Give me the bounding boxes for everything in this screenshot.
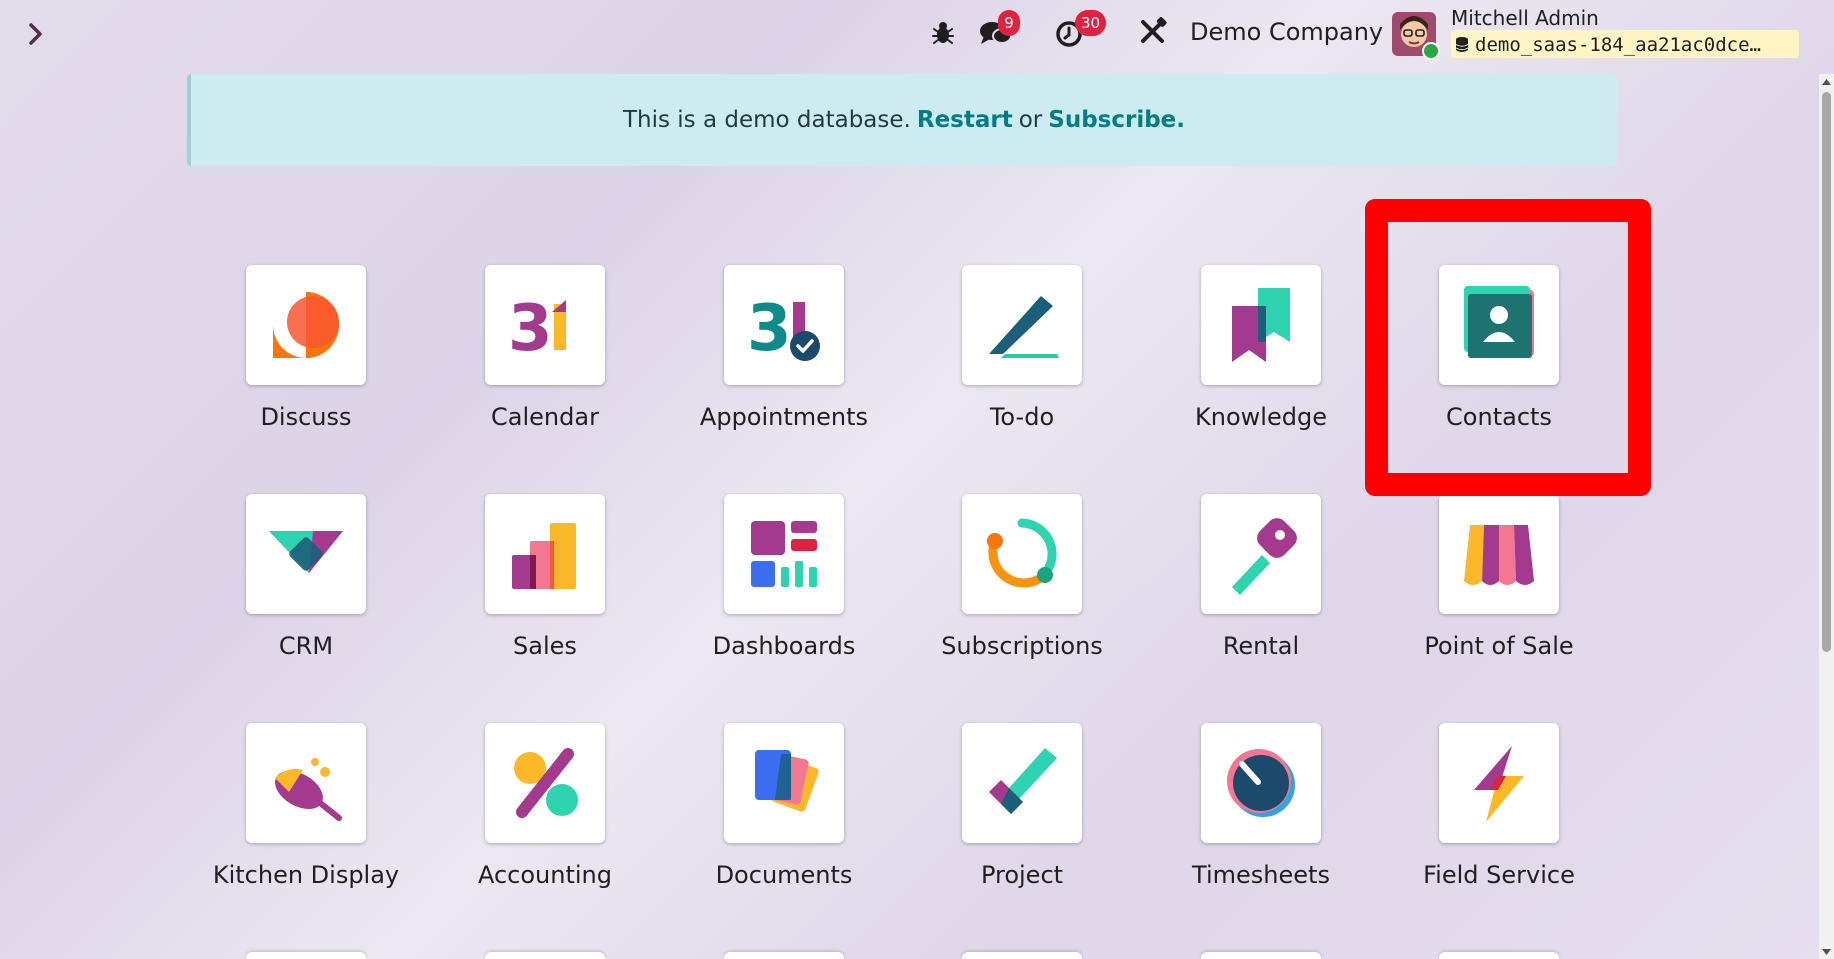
app-subscriptions[interactable]: Subscriptions [903, 494, 1141, 684]
app-label: Dashboards [712, 632, 856, 660]
accounting-icon [485, 723, 605, 843]
app-label: Appointments [699, 403, 869, 431]
app-timesheets[interactable]: Timesheets [1142, 723, 1380, 913]
app-todo[interactable]: To-do [903, 265, 1141, 455]
app-label: Project [980, 861, 1064, 889]
subscribe-link[interactable]: Subscribe. [1048, 107, 1185, 133]
demo-database-banner: This is a demo database. Restart or Subs… [187, 74, 1617, 166]
dashboards-icon [724, 494, 844, 614]
app-label: Rental [1222, 632, 1300, 660]
todo-icon [962, 265, 1082, 385]
app-label: Kitchen Display [212, 861, 400, 889]
database-icon [1455, 37, 1469, 52]
app-dashboards[interactable]: Dashboards [665, 494, 903, 684]
top-navbar: 9 30 Demo Company Mitchell Admin demo_sa… [0, 0, 1834, 70]
banner-text: This is a demo database. [622, 107, 911, 133]
app-label: Documents [715, 861, 853, 889]
app-documents[interactable]: Documents [665, 723, 903, 913]
app-project[interactable]: Project [903, 723, 1141, 913]
app-tile-partial[interactable] [246, 952, 366, 959]
app-knowledge[interactable]: Knowledge [1142, 265, 1380, 455]
discuss-icon [246, 265, 366, 385]
app-appointments[interactable]: 3 Appointments [665, 265, 903, 455]
point-of-sale-icon [1439, 494, 1559, 614]
subscriptions-icon [962, 494, 1082, 614]
app-label: To-do [989, 403, 1055, 431]
field-service-icon [1439, 723, 1559, 843]
app-sales[interactable]: Sales [426, 494, 664, 684]
app-label: Sales [513, 632, 577, 660]
restart-link[interactable]: Restart [917, 107, 1013, 133]
app-label: Subscriptions [941, 632, 1103, 660]
app-label: Timesheets [1192, 861, 1330, 889]
database-name: demo_saas-184_aa21ac0dce… [1451, 30, 1799, 58]
app-tile-partial[interactable] [1439, 952, 1559, 959]
activities-button[interactable]: 30 [1051, 10, 1107, 52]
chevron-right-icon[interactable] [22, 16, 50, 52]
project-icon [962, 723, 1082, 843]
sales-icon [485, 494, 605, 614]
company-switcher[interactable]: Demo Company [1190, 18, 1383, 46]
knowledge-icon [1201, 265, 1321, 385]
app-accounting[interactable]: Accounting [426, 723, 664, 913]
messages-button[interactable]: 9 [976, 10, 1020, 52]
app-tile-partial[interactable] [485, 952, 605, 959]
tools-icon[interactable] [1133, 12, 1173, 52]
debug-bug-icon[interactable] [923, 12, 963, 52]
app-label: Contacts [1446, 403, 1552, 431]
app-contacts[interactable]: Contacts [1380, 265, 1618, 455]
vertical-scrollbar[interactable] [1819, 74, 1834, 959]
app-calendar[interactable]: 3 Calendar [426, 265, 664, 455]
app-rental[interactable]: Rental [1142, 494, 1380, 684]
app-kitchen-display[interactable]: Kitchen Display [187, 723, 425, 913]
online-status-dot [1422, 42, 1440, 60]
scroll-up-arrow-icon[interactable] [1819, 74, 1834, 89]
svg-text:3: 3 [747, 292, 792, 366]
crm-icon [246, 494, 366, 614]
activities-count-badge: 30 [1075, 10, 1107, 36]
timesheets-icon [1201, 723, 1321, 843]
app-tile-partial[interactable] [962, 952, 1082, 959]
app-label: Calendar [491, 403, 599, 431]
app-label: Accounting [477, 861, 612, 889]
svg-text:3: 3 [508, 292, 553, 366]
app-field-service[interactable]: Field Service [1380, 723, 1618, 913]
calendar-icon: 3 [485, 265, 605, 385]
kitchen-display-icon [246, 723, 366, 843]
messages-count-badge: 9 [998, 10, 1020, 36]
app-label: CRM [278, 632, 334, 660]
app-label: Knowledge [1195, 403, 1327, 431]
user-name[interactable]: Mitchell Admin [1451, 6, 1599, 30]
scroll-down-arrow-icon[interactable] [1819, 944, 1834, 959]
app-crm[interactable]: CRM [187, 494, 425, 684]
app-discuss[interactable]: Discuss [187, 265, 425, 455]
app-point-of-sale[interactable]: Point of Sale [1380, 494, 1618, 684]
app-tile-partial[interactable] [1201, 952, 1321, 959]
app-label: Field Service [1423, 861, 1575, 889]
documents-icon [724, 723, 844, 843]
rental-icon [1201, 494, 1321, 614]
app-label: Point of Sale [1424, 632, 1574, 660]
contacts-icon [1439, 265, 1559, 385]
app-tile-partial[interactable] [724, 952, 844, 959]
appointments-icon: 3 [724, 265, 844, 385]
scrollbar-thumb[interactable] [1822, 92, 1831, 652]
banner-or-text: or [1018, 107, 1043, 133]
app-label: Discuss [260, 403, 352, 431]
